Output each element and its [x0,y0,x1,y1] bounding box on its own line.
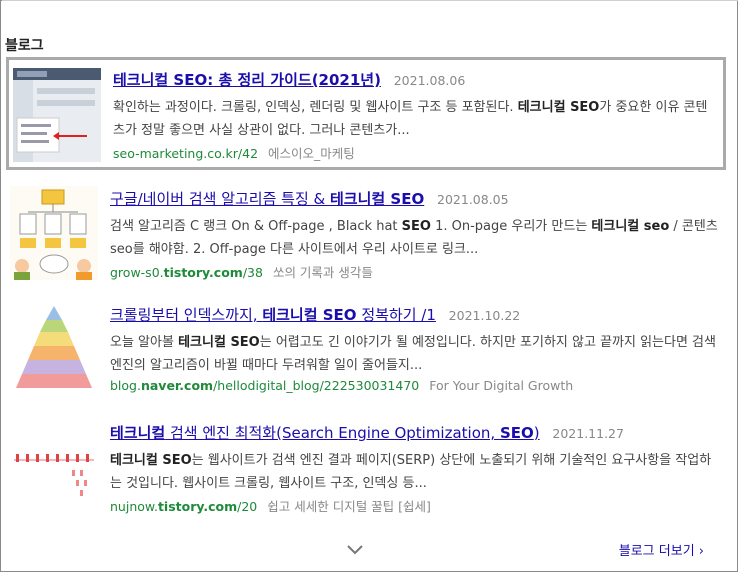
result-title-link[interactable]: 테크니컬 SEO: 총 정리 가이드(2021년) [113,71,381,89]
result-thumbnail[interactable] [13,68,101,162]
result-title-link[interactable]: 구글/네이버 검색 알고리즘 특징 & 테크니컬 SEO [110,190,424,208]
more-blog-link[interactable]: 블로그 더보기 › [619,540,704,559]
result-source[interactable]: 에스이오_마케팅 [268,146,355,161]
section-title: 블로그 [5,38,44,54]
result-title-row: 테크니컬 검색 엔진 최적화(Search Engine Optimizatio… [110,422,720,443]
result-title-row: 구글/네이버 검색 알고리즘 특징 & 테크니컬 SEO 2021.08.05 [110,188,720,209]
result-snippet: 검색 알고리즘 C 랭크 On & Off-page , Black hat S… [110,219,718,257]
result-title-row: 크롤링부터 인덱스까지, 테크니컬 SEO 정복하기 /1 2021.10.22 [110,304,720,325]
result-meta: grow-s0.tistory.com/38 쏘의 기록과 생각들 [110,262,720,281]
result-item-3: 크롤링부터 인덱스까지, 테크니컬 SEO 정복하기 /1 2021.10.22… [6,296,726,406]
result-date: 2021.10.22 [448,308,521,323]
result-url[interactable]: seo-marketing.co.kr/42 [113,146,258,161]
result-date: 2021.08.06 [393,73,466,88]
result-item-1: 테크니컬 SEO: 총 정리 가이드(2021년) 2021.08.06 확인하… [6,57,726,170]
result-thumbnail[interactable] [10,418,98,512]
result-meta: blog.naver.com/hellodigital_blog/2225300… [110,378,720,393]
result-meta: seo-marketing.co.kr/42 에스이오_마케팅 [113,143,717,162]
result-item-4: 테크니컬 검색 엔진 최적화(Search Engine Optimizatio… [6,414,726,524]
result-source[interactable]: 쏘의 기록과 생각들 [273,265,373,280]
result-url[interactable]: blog.naver.com/hellodigital_blog/2225300… [110,378,419,393]
result-date: 2021.08.05 [437,192,509,207]
result-title-link[interactable]: 크롤링부터 인덱스까지, 테크니컬 SEO 정복하기 /1 [110,306,436,324]
result-meta: nujnow.tistory.com/20 쉽고 세세한 디지털 꿀팁 [쉽세] [110,496,720,515]
top-divider [2,0,738,1]
result-title-row: 테크니컬 SEO: 총 정리 가이드(2021년) 2021.08.06 [113,69,717,90]
result-date: 2021.11.27 [552,426,624,441]
chevron-down-icon[interactable] [346,541,364,560]
result-thumbnail[interactable] [10,302,98,396]
result-title-link[interactable]: 테크니컬 검색 엔진 최적화(Search Engine Optimizatio… [110,424,540,442]
result-source[interactable]: For Your Digital Growth [429,378,573,393]
result-snippet: 오늘 알아볼 테크니컬 SEO는 어렵고도 긴 이야기가 될 예정입니다. 하지… [110,335,716,373]
result-snippet: 테크니컬 SEO는 웹사이트가 검색 엔진 결과 페이지(SERP) 상단에 노… [110,453,712,491]
result-item-2: 구글/네이버 검색 알고리즘 특징 & 테크니컬 SEO 2021.08.05 … [6,178,726,288]
result-snippet: 확인하는 과정이다. 크롤링, 인덱싱, 렌더링 및 웹사이트 구조 등 포함된… [113,100,708,138]
result-url[interactable]: nujnow.tistory.com/20 [110,499,257,514]
result-thumbnail[interactable] [10,186,98,280]
result-source[interactable]: 쉽고 세세한 디지털 꿀팁 [쉽세] [267,499,431,514]
result-url[interactable]: grow-s0.tistory.com/38 [110,265,263,280]
